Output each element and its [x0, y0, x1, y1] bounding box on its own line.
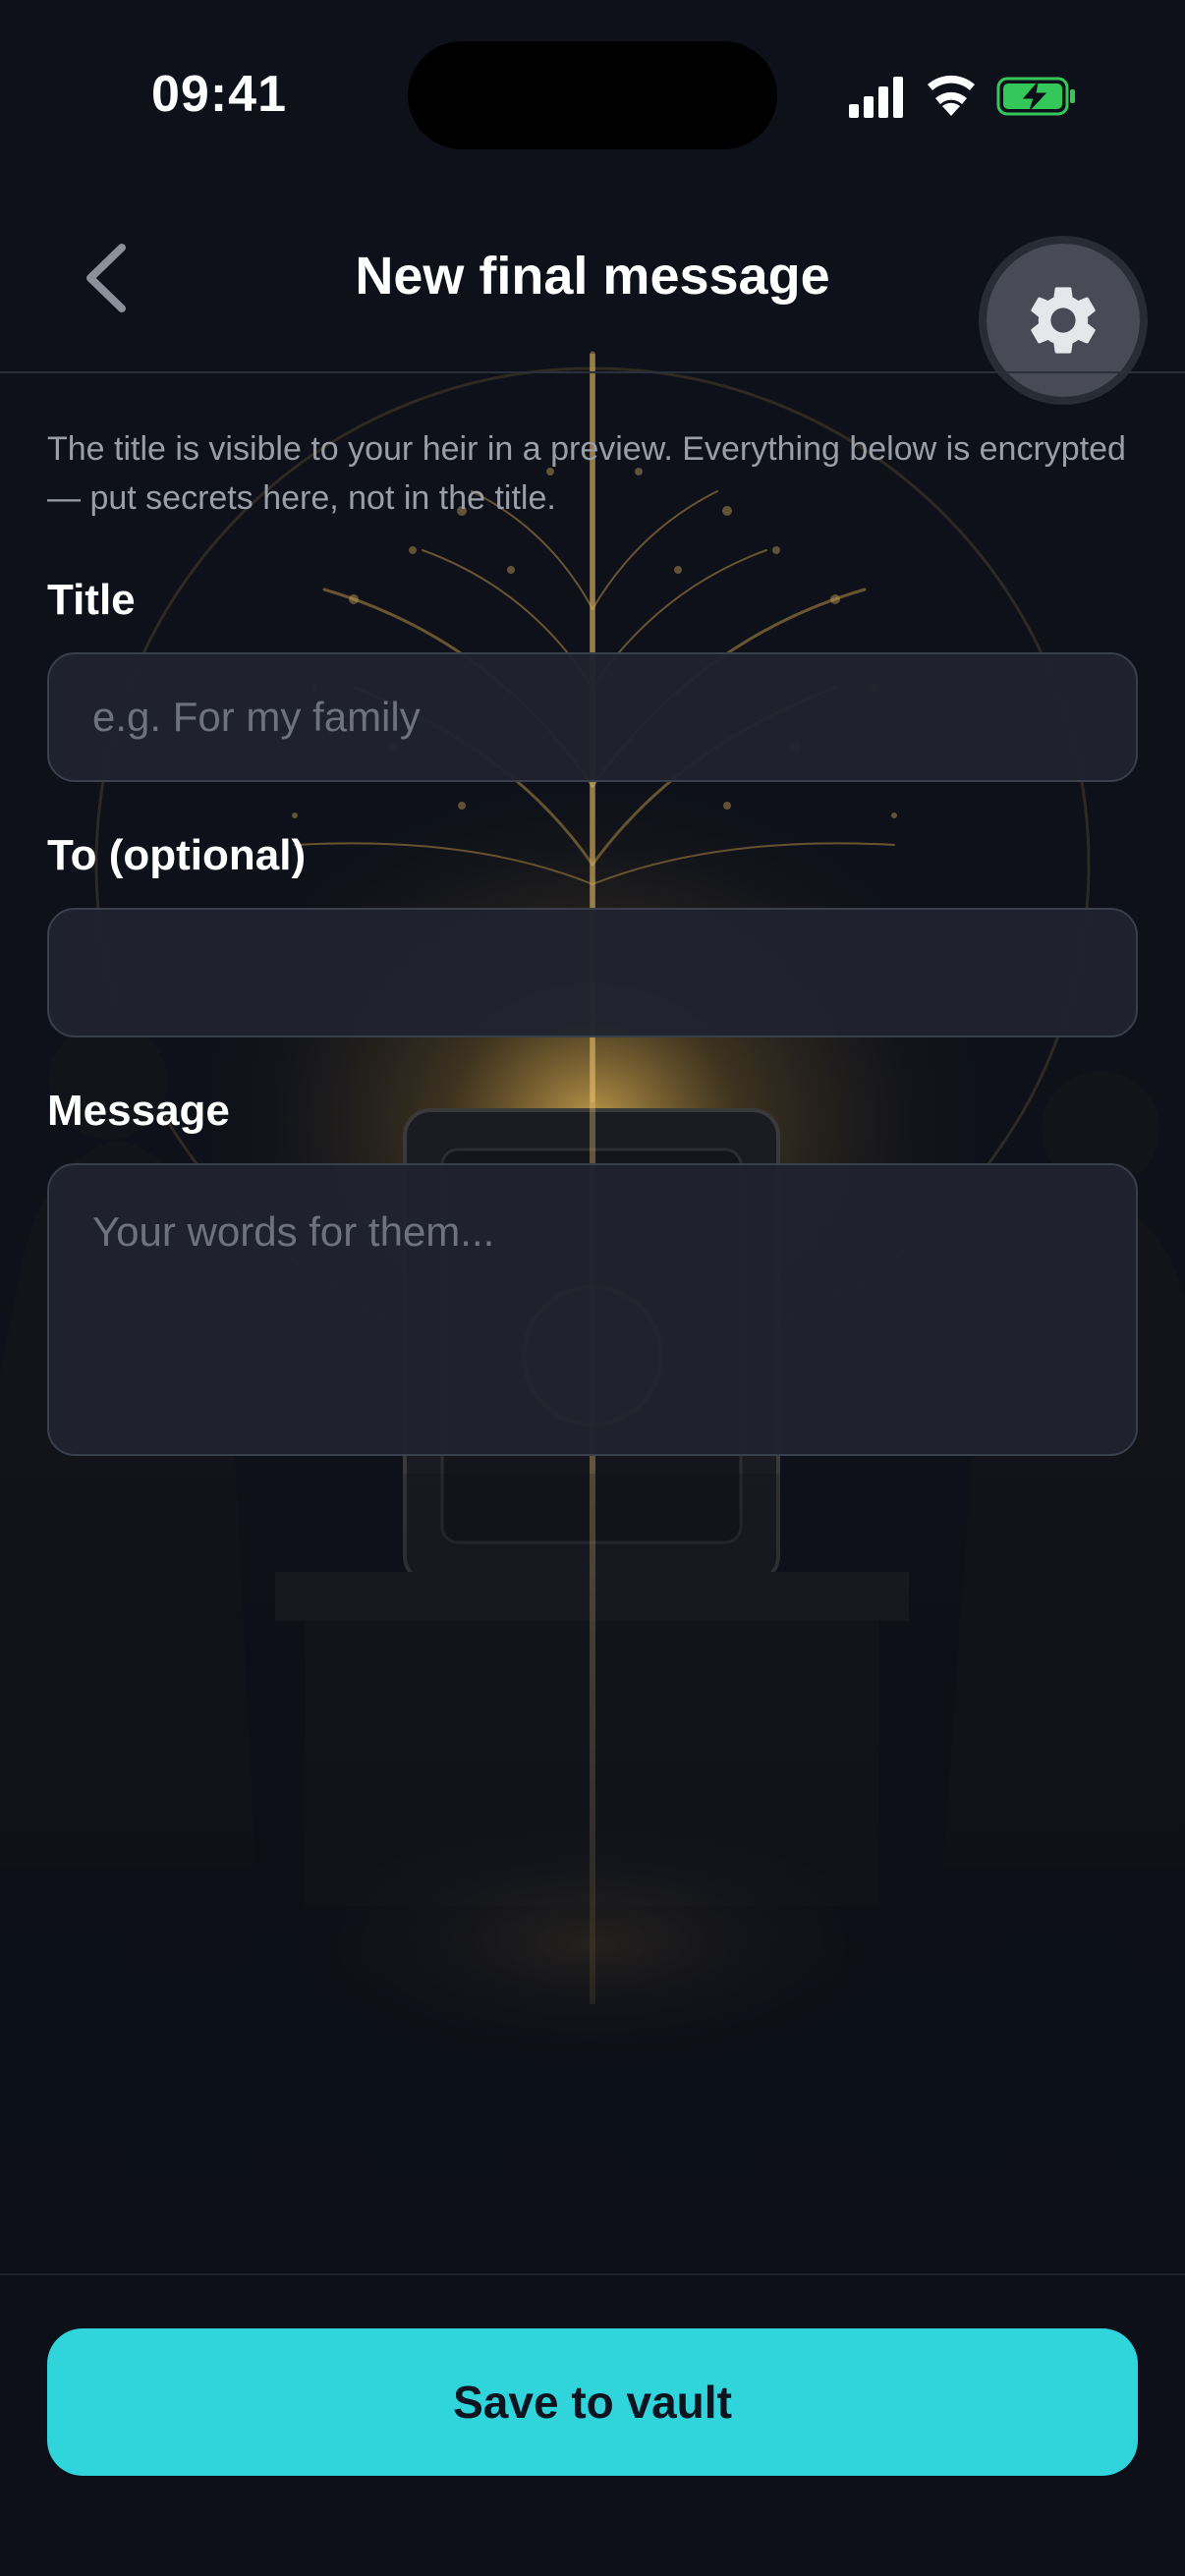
gear-icon [1031, 287, 1096, 354]
signal-icon [849, 77, 903, 118]
settings-button[interactable] [987, 244, 1140, 397]
message-textarea[interactable] [47, 1163, 1138, 1456]
message-label: Message [47, 1087, 230, 1135]
title-input[interactable] [47, 652, 1138, 782]
status-icons [849, 75, 1075, 118]
save-to-vault-button[interactable]: Save to vault [47, 2328, 1138, 2476]
wifi-icon [928, 75, 975, 116]
header-divider [0, 371, 1185, 373]
status-time: 09:41 [151, 66, 287, 123]
to-label: To (optional) [47, 831, 307, 879]
screen: 09:41 New final message The title is vis… [0, 0, 1185, 2576]
recipient-input[interactable] [47, 908, 1138, 1037]
helper-text: The title is visible to your heir in a p… [47, 430, 1126, 517]
battery-charging-icon [996, 77, 1075, 116]
title-label: Title [47, 576, 136, 624]
dynamic-island [408, 41, 777, 149]
